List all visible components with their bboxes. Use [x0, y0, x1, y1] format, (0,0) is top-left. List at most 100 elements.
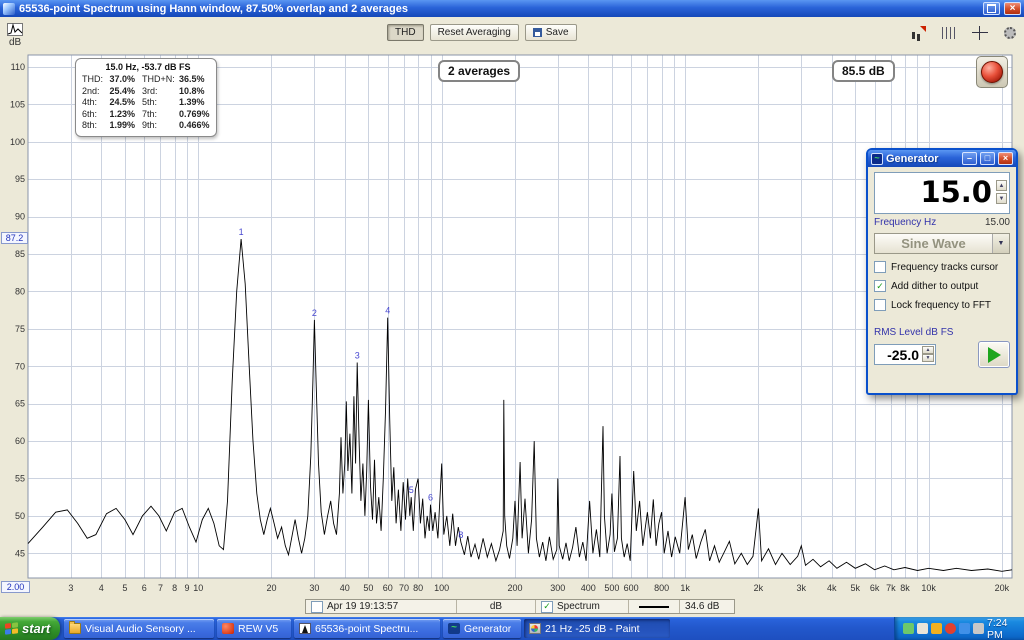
taskbar: start Visual Audio Sensory ... REW V5 6553…: [0, 617, 1024, 640]
record-button[interactable]: [981, 61, 1003, 83]
rms-level-value: -25.0: [887, 346, 919, 363]
close-button[interactable]: ×: [1004, 2, 1021, 15]
svg-text:3k: 3k: [797, 583, 807, 593]
generator-checkbox-lock-frequency-to-fft[interactable]: Lock frequency to FFT: [874, 299, 1010, 311]
thd-row: 6th: 1.23% 7th: 0.769%: [82, 109, 214, 121]
windows-flag-icon: [5, 622, 18, 635]
measure-icon[interactable]: [910, 26, 926, 40]
checkbox-unchecked-icon[interactable]: [874, 261, 886, 273]
svg-text:5: 5: [409, 485, 414, 495]
svg-text:7: 7: [158, 583, 163, 593]
checkbox-checked-icon[interactable]: ✓: [874, 280, 886, 292]
svg-text:6k: 6k: [870, 583, 880, 593]
svg-text:20k: 20k: [995, 583, 1010, 593]
thd-value: 0.769%: [179, 108, 210, 119]
svg-text:70: 70: [15, 361, 25, 371]
taskbar-task-rew-v5[interactable]: REW V5: [217, 619, 291, 638]
headroom-badge: 85.5 dB: [832, 60, 895, 82]
averages-badge: 2 averages: [438, 60, 521, 82]
y-axis-labels: 45 50 55 60 65 70 75 80 85 90 95 100 105 110: [10, 62, 25, 558]
settings-gear-icon[interactable]: [1004, 27, 1016, 39]
svg-text:1: 1: [239, 227, 244, 237]
frequency-display[interactable]: 15.0 ▲ ▼: [874, 172, 1010, 214]
x-axis-labels: 3 4 5 6 7 8 9 10 20 30 40 50 60 70 80 100 200 300 400 500 60…: [68, 583, 1009, 593]
svg-text:100: 100: [10, 137, 25, 147]
level-readout: 34.6 dB: [685, 601, 720, 612]
graph-statusbar: Apr 19 19:13:57 dB ✓ Spectrum 34.6 dB: [0, 599, 1024, 615]
timestamp-checkbox[interactable]: [311, 600, 323, 613]
task-label: Visual Audio Sensory ...: [85, 622, 196, 635]
frequency-row: Frequency Hz 15.00: [874, 217, 1010, 228]
thd-value: 1.23%: [109, 108, 135, 119]
rms-level-label: RMS Level dB FS: [874, 327, 954, 338]
svg-text:110: 110: [11, 62, 25, 72]
svg-text:4: 4: [99, 583, 104, 593]
taskbar-task-generator[interactable]: Generator: [443, 619, 521, 638]
play-button[interactable]: [978, 341, 1010, 368]
generator-minimize-button[interactable]: –: [962, 152, 977, 165]
spinner-down-icon[interactable]: ▼: [922, 354, 934, 362]
frequency-spinner[interactable]: ▲ ▼: [996, 180, 1007, 204]
generator-close-button[interactable]: ×: [998, 152, 1013, 165]
start-button[interactable]: start: [0, 617, 60, 640]
svg-text:30: 30: [309, 583, 319, 593]
checkbox-unchecked-icon[interactable]: [874, 299, 886, 311]
thd-row: 2nd: 25.4% 3rd: 10.8%: [82, 86, 214, 98]
checkbox-label: Add dither to output: [891, 280, 979, 292]
tray-network-icon[interactable]: [959, 623, 970, 634]
thd-label: 3rd:: [142, 85, 158, 96]
spinner-down-icon[interactable]: ▼: [996, 193, 1007, 204]
toolbar-right-icons: [910, 25, 1016, 41]
spectrum-trace-checkbox[interactable]: ✓: [541, 600, 553, 613]
task-label: 21 Hz -25 dB - Paint: [545, 622, 640, 635]
rms-level-input[interactable]: -25.0 ▲ ▼: [874, 344, 936, 365]
svg-text:50: 50: [15, 511, 25, 521]
rms-spinner[interactable]: ▲ ▼: [922, 346, 934, 362]
thd-row: THD: 37.0% THD+N: 36.5%: [82, 74, 214, 86]
tray-volume-icon[interactable]: [917, 623, 928, 634]
spectrum-window-icon: [299, 623, 311, 634]
taskbar-clock: 7:24 PM: [987, 616, 1008, 640]
svg-text:1k: 1k: [680, 583, 690, 593]
frequency-hz-label: Frequency Hz: [874, 217, 937, 228]
tray-antivirus-icon[interactable]: [945, 623, 956, 634]
tray-messenger-icon[interactable]: [903, 623, 914, 634]
svg-text:8k: 8k: [900, 583, 910, 593]
svg-text:7k: 7k: [886, 583, 896, 593]
waveform-select[interactable]: Sine Wave ▼: [874, 233, 1010, 254]
thd-row: 4th: 24.5% 5th: 1.39%: [82, 97, 214, 109]
svg-text:60: 60: [15, 436, 25, 446]
generator-maximize-button[interactable]: □: [980, 152, 995, 165]
svg-text:3: 3: [68, 583, 73, 593]
db-readout: dB: [489, 601, 503, 612]
svg-text:5: 5: [122, 583, 127, 593]
generator-body: 15.0 ▲ ▼ Frequency Hz 15.00 Sine Wave ▼ F…: [868, 167, 1016, 393]
thd-label: THD:: [82, 74, 103, 84]
svg-text:200: 200: [507, 583, 522, 593]
spinner-up-icon[interactable]: ▲: [922, 346, 934, 354]
window-titlebar: 65536-point Spectrum using Hann window, …: [0, 0, 1024, 17]
thd-toggle-button[interactable]: THD: [387, 24, 424, 41]
svg-text:800: 800: [654, 583, 669, 593]
thd-label: 9th:: [142, 120, 158, 130]
record-panel: [976, 56, 1008, 88]
spinner-up-icon[interactable]: ▲: [996, 180, 1007, 191]
frequency-value: 15.0: [920, 175, 992, 209]
taskbar-task-21-hz-25-db-paint[interactable]: 21 Hz -25 dB - Paint: [524, 619, 670, 638]
thd-value: 1.99%: [109, 120, 135, 130]
tray-usb-icon[interactable]: [973, 623, 984, 634]
generator-checkbox-add-dither-to-output[interactable]: ✓ Add dither to output: [874, 280, 1010, 292]
generator-checkbox-frequency-tracks-cursor[interactable]: Frequency tracks cursor: [874, 261, 1010, 273]
graph-legend-bar: Apr 19 19:13:57 dB ✓ Spectrum 34.6 dB: [305, 599, 735, 614]
svg-text:4k: 4k: [827, 583, 837, 593]
crosshair-icon[interactable]: [972, 26, 988, 40]
taskbar-task-visual-audio-sensory[interactable]: Visual Audio Sensory ...: [64, 619, 214, 638]
svg-text:80: 80: [15, 286, 25, 296]
gridlines-icon[interactable]: [942, 27, 956, 39]
tray-shield-icon[interactable]: [931, 623, 942, 634]
chevron-down-icon[interactable]: ▼: [992, 234, 1009, 253]
save-button[interactable]: Save: [524, 24, 577, 41]
reset-averaging-button[interactable]: Reset Averaging: [429, 24, 519, 41]
taskbar-task-65536-point-spectru[interactable]: 65536-point Spectru...: [294, 619, 440, 638]
restore-button[interactable]: [983, 2, 1000, 15]
